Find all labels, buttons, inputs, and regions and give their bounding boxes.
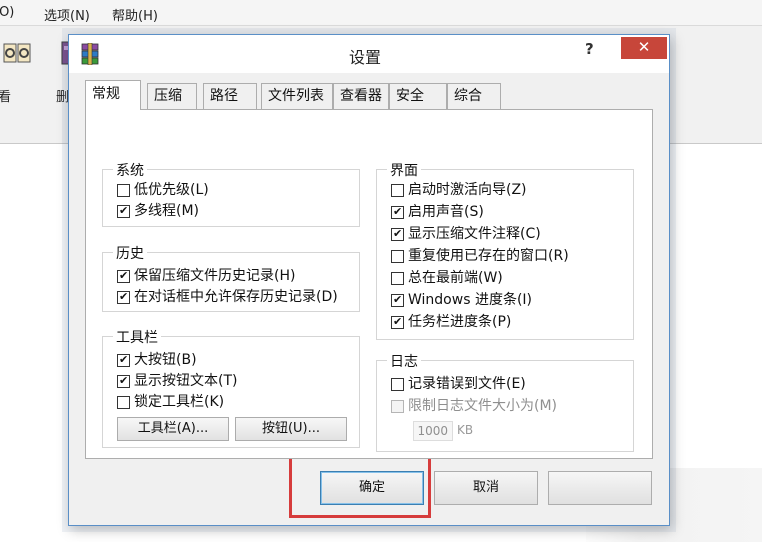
- system-group-title: 系统: [113, 160, 147, 180]
- apply-button-partial[interactable]: [548, 471, 652, 505]
- menu-bar: (O) 选项(N) 帮助(H): [0, 0, 762, 26]
- tab-file-list-label: 文件列表: [268, 88, 324, 104]
- log-size-input[interactable]: 1000: [413, 421, 453, 441]
- tab-paths-label: 路径: [210, 88, 238, 104]
- history-group-title: 历史: [113, 243, 147, 263]
- toolbar-settings-button[interactable]: 工具栏(A)...: [117, 417, 229, 441]
- multithread-label: 多线程(M): [134, 203, 200, 219]
- checkbox-box: [391, 250, 404, 263]
- checkbox-box: [117, 396, 130, 409]
- dialog-history-label: 在对话框中允许保存历史记录(D): [134, 289, 338, 305]
- checkbox-box: [117, 203, 130, 219]
- menu-options-partial[interactable]: (O): [0, 5, 14, 20]
- menu-options[interactable]: 选项(N): [44, 5, 90, 24]
- system-group: 系统 低优先级(L) 多线程(M): [102, 160, 360, 227]
- reuse-window-label: 重复使用已存在的窗口(R): [408, 248, 569, 264]
- buttons-settings-button[interactable]: 按钮(U)...: [235, 417, 347, 441]
- show-button-text-label: 显示按钮文本(T): [134, 373, 238, 389]
- always-on-top-label: 总在最前端(W): [408, 270, 503, 286]
- tab-compression-label: 压缩: [154, 88, 182, 104]
- checkbox-box: [391, 378, 404, 391]
- interface-group-title: 界面: [387, 160, 421, 180]
- log-group: 日志 记录错误到文件(E) 限制日志文件大小为(M) 1000 KB: [376, 351, 634, 452]
- general-tab-panel: 系统 低优先级(L) 多线程(M) 历史 保留压缩文件历史记录(H): [85, 109, 653, 459]
- large-buttons-label: 大按钮(B): [134, 352, 197, 368]
- checkbox-box: [391, 226, 404, 242]
- tab-compression[interactable]: 压缩: [147, 83, 197, 109]
- cancel-button[interactable]: 取消: [434, 471, 538, 505]
- checkbox-box: [117, 289, 130, 305]
- toolbar-group: 工具栏 大按钮(B) 显示按钮文本(T) 锁定工具栏(K) 工具栏(A)... …: [102, 327, 360, 448]
- toolbar-group-title: 工具栏: [113, 327, 161, 347]
- dialog-client: 常规 压缩 路径 文件列表 查看器 安全 综合 系统 低优先级(L) 多线程(M…: [69, 73, 669, 525]
- checkbox-box: [391, 272, 404, 285]
- tab-security[interactable]: 安全: [389, 83, 447, 109]
- checkbox-box: [117, 268, 130, 284]
- limit-log-size-label: 限制日志文件大小为(M): [408, 398, 558, 414]
- tab-general-label: 常规: [92, 86, 120, 102]
- tab-file-list[interactable]: 文件列表: [261, 83, 333, 109]
- checkbox-box: [391, 314, 404, 330]
- toolbar-view-button[interactable]: 看: [0, 34, 42, 124]
- close-icon: ✕: [637, 38, 651, 56]
- tab-viewer[interactable]: 查看器: [333, 83, 389, 109]
- log-errors-label: 记录错误到文件(E): [408, 376, 526, 392]
- dialog-titlebar[interactable]: 设置 ? ✕: [69, 35, 669, 73]
- tab-security-label: 安全: [396, 88, 424, 104]
- checkbox-box: [117, 373, 130, 389]
- keep-history-label: 保留压缩文件历史记录(H): [134, 268, 296, 284]
- tab-misc-label: 综合: [454, 88, 482, 104]
- menu-help[interactable]: 帮助(H): [112, 5, 158, 24]
- lock-toolbar-label: 锁定工具栏(K): [134, 394, 225, 410]
- windows-progress-label: Windows 进度条(I): [408, 292, 532, 308]
- tab-general[interactable]: 常规: [85, 80, 141, 110]
- checkbox-box: [117, 352, 130, 368]
- history-group: 历史 保留压缩文件历史记录(H) 在对话框中允许保存历史记录(D): [102, 243, 360, 312]
- view-icon: [3, 43, 31, 63]
- wizard-label: 启动时激活向导(Z): [408, 182, 527, 198]
- ok-button[interactable]: 确定: [320, 471, 424, 505]
- checkbox-box: [391, 204, 404, 220]
- checkbox-box: [117, 184, 130, 197]
- checkbox-box: [391, 400, 404, 413]
- help-button[interactable]: ?: [585, 40, 594, 58]
- toolbar-view-label: 看: [0, 90, 12, 105]
- settings-dialog: 设置 ? ✕ 常规 压缩 路径 文件列表 查看器 安全 综合 系统 低优先级(L…: [68, 34, 670, 526]
- checkbox-box: [391, 184, 404, 197]
- tab-paths[interactable]: 路径: [203, 83, 257, 109]
- log-size-unit: KB: [457, 423, 474, 437]
- tab-misc[interactable]: 综合: [447, 83, 501, 109]
- taskbar-progress-label: 任务栏进度条(P): [408, 314, 512, 330]
- show-comment-label: 显示压缩文件注释(C): [408, 226, 541, 242]
- sound-label: 启用声音(S): [408, 204, 484, 220]
- close-button[interactable]: ✕: [621, 37, 667, 59]
- interface-group: 界面 启动时激活向导(Z) 启用声音(S) 显示压缩文件注释(C) 重复使用已存…: [376, 160, 634, 340]
- low-priority-label: 低优先级(L): [134, 182, 209, 198]
- dialog-title: 设置: [349, 48, 382, 67]
- log-group-title: 日志: [387, 351, 421, 371]
- tab-viewer-label: 查看器: [340, 88, 382, 104]
- winrar-icon: [81, 43, 99, 65]
- checkbox-box: [391, 292, 404, 308]
